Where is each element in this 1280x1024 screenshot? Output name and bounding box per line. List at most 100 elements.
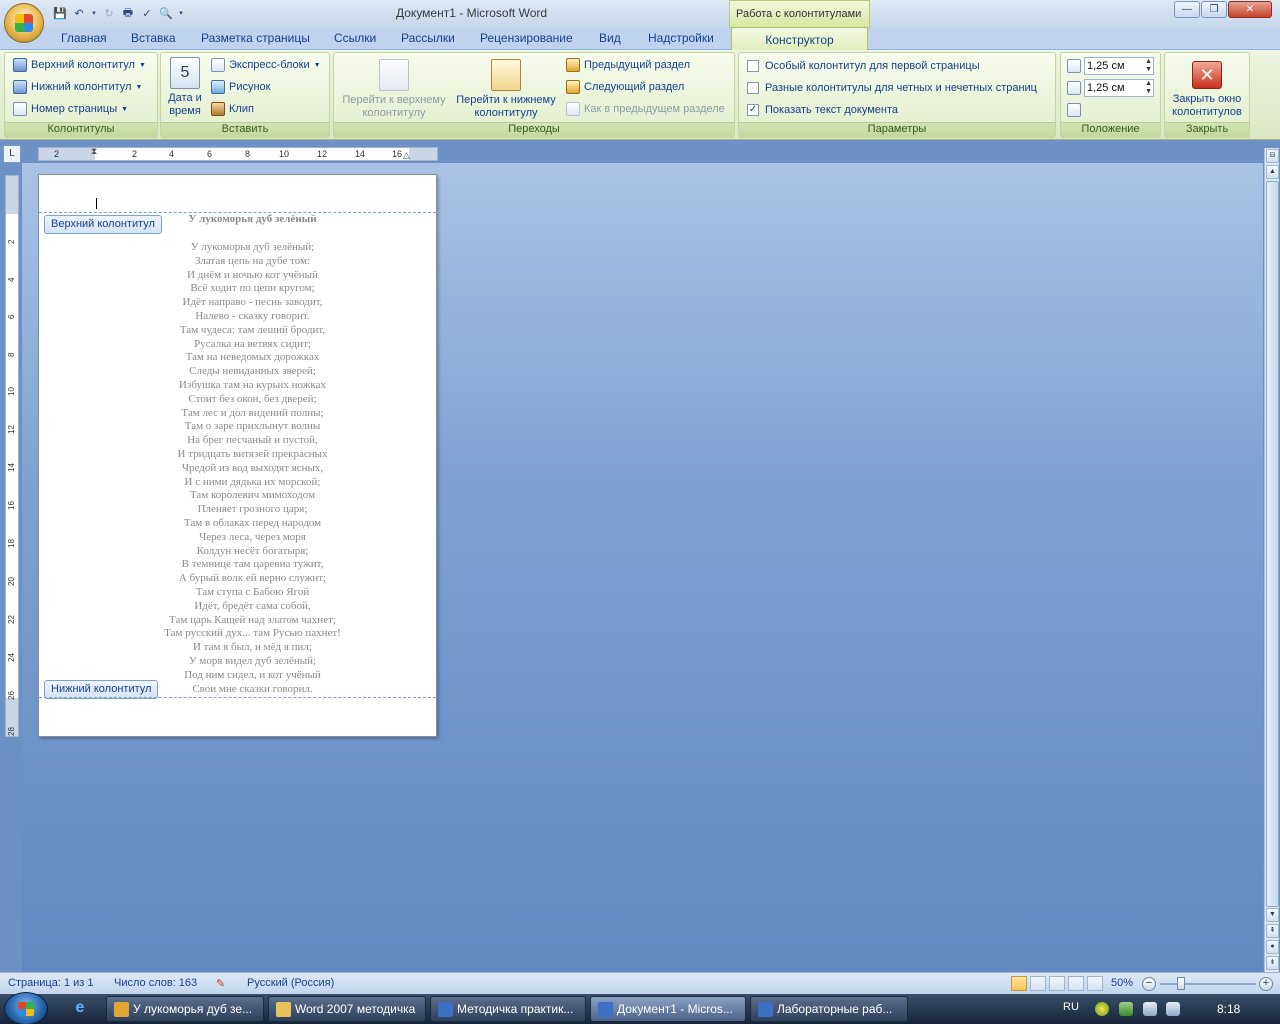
tray-volume-icon[interactable] xyxy=(1166,1002,1180,1016)
goto-header-button[interactable]: Перейти к верхнему колонтитулу xyxy=(338,59,450,120)
header-button-label: Верхний колонтитул xyxy=(31,59,135,71)
spinner-arrows-icon[interactable]: ▲ ▼ xyxy=(1145,80,1152,96)
word-count[interactable]: Число слов: 163 xyxy=(114,977,197,989)
show-text-option[interactable]: ✓ Показать текст документа xyxy=(747,104,898,116)
tray-app-icon[interactable] xyxy=(1095,1002,1109,1016)
indent-marker-icon[interactable]: ⧗ xyxy=(91,146,97,157)
taskbar-item[interactable]: Лабораторные раб... xyxy=(750,996,908,1022)
taskbar-item[interactable]: Методичка практик... xyxy=(430,996,586,1022)
zoom-slider-thumb[interactable] xyxy=(1177,977,1185,990)
tab-references[interactable]: Ссылки xyxy=(332,31,378,45)
print-icon[interactable]: 🖶 xyxy=(120,5,136,21)
right-indent-marker-icon[interactable]: △ xyxy=(403,150,410,161)
header-distance-input[interactable]: 1,25 см ▲ ▼ xyxy=(1084,57,1154,75)
clip-button[interactable]: Клип xyxy=(211,102,254,116)
undo-icon[interactable]: ↶ xyxy=(71,5,87,21)
print-layout-view-icon[interactable] xyxy=(1011,976,1027,991)
first-page-option[interactable]: Особый колонтитул для первой страницы xyxy=(747,60,980,72)
tab-view[interactable]: Вид xyxy=(597,31,623,45)
tab-page-layout[interactable]: Разметка страницы xyxy=(199,31,312,45)
zoom-in-icon[interactable]: + xyxy=(1259,977,1273,991)
footer-button[interactable]: Нижний колонтитул ▼ xyxy=(13,80,142,94)
maximize-button[interactable]: ❐ xyxy=(1201,1,1227,18)
prev-section-button[interactable]: Предыдущий раздел xyxy=(566,58,690,72)
poem-line: Там ступа с Бабою Ягой xyxy=(195,585,310,598)
full-screen-reading-view-icon[interactable] xyxy=(1030,976,1046,991)
tab-mailings[interactable]: Рассылки xyxy=(399,31,457,45)
odd-even-checkbox[interactable] xyxy=(747,82,759,94)
ruler-tick: 8 xyxy=(7,352,16,357)
dropdown-arrow-icon: ▼ xyxy=(121,105,129,113)
tray-security-icon[interactable] xyxy=(1119,1002,1133,1016)
prev-page-icon[interactable]: ⇞ xyxy=(1266,924,1279,938)
tab-review[interactable]: Рецензирование xyxy=(478,31,575,45)
close-label-2: колонтитулов xyxy=(1172,106,1242,118)
taskbar-item[interactable]: Word 2007 методичка xyxy=(268,996,426,1022)
express-blocks-button[interactable]: Экспресс-блоки ▼ xyxy=(211,58,321,72)
tab-insert[interactable]: Вставка xyxy=(129,31,178,45)
web-layout-view-icon[interactable] xyxy=(1049,976,1065,991)
title-bar: 💾 ↶ ▾ ↻ 🖶 ✓ 🔍 ▾ Документ1 - Microsoft Wo… xyxy=(0,0,1280,28)
link-to-previous-button[interactable]: Как в предыдущем разделе xyxy=(566,102,725,116)
clock[interactable]: 8:18 xyxy=(1217,1002,1240,1016)
next-section-button[interactable]: Следующий раздел xyxy=(566,80,684,94)
insert-alignment-tab-button[interactable] xyxy=(1067,103,1081,117)
date-time-label-2: время xyxy=(169,105,201,117)
page-count[interactable]: Страница: 1 из 1 xyxy=(8,977,94,989)
save-icon[interactable]: 💾 xyxy=(52,5,68,21)
group-label: Положение xyxy=(1061,122,1160,137)
tab-selector[interactable]: L xyxy=(3,145,21,163)
language-bar[interactable]: RU xyxy=(1063,1001,1079,1013)
prev-section-label: Предыдущий раздел xyxy=(584,59,691,71)
zoom-slider[interactable] xyxy=(1160,983,1256,985)
spelling-icon[interactable]: ✓ xyxy=(139,5,155,21)
next-section-icon xyxy=(566,80,580,94)
browse-object-icon[interactable]: ● xyxy=(1266,940,1279,954)
document-page[interactable]: Верхний колонтитул У лукоморья дуб зелён… xyxy=(38,174,437,737)
footer-distance-input[interactable]: 1,25 см ▲ ▼ xyxy=(1084,79,1154,97)
zoom-level[interactable]: 50% xyxy=(1111,977,1133,989)
start-button[interactable] xyxy=(4,992,48,1024)
redo-icon[interactable]: ↻ xyxy=(101,5,117,21)
next-page-icon[interactable]: ⇟ xyxy=(1266,956,1279,970)
horizontal-ruler[interactable]: 2 2 4 6 8 10 12 14 16 ⧗ △ xyxy=(38,146,438,161)
express-blocks-label: Экспресс-блоки xyxy=(229,59,310,71)
minimize-button[interactable]: — xyxy=(1174,1,1200,18)
page-number-button[interactable]: Номер страницы ▼ xyxy=(13,102,128,116)
proofing-icon[interactable]: ✎ xyxy=(216,977,225,990)
goto-footer-label-1: Перейти к нижнему xyxy=(456,94,556,106)
undo-dropdown-icon[interactable]: ▾ xyxy=(90,5,98,21)
print-preview-icon[interactable]: 🔍 xyxy=(158,5,174,21)
customize-qat-icon[interactable]: ▾ xyxy=(177,5,185,21)
picture-button[interactable]: Рисунок xyxy=(211,80,271,94)
scroll-up-icon[interactable]: ▲ xyxy=(1266,165,1279,179)
vertical-scrollbar[interactable]: ⊟ ▲ ▼ ⇞ ● ⇟ xyxy=(1264,148,1279,972)
vertical-ruler[interactable]: 2 4 6 8 10 12 14 16 18 20 22 24 26 28 xyxy=(5,175,19,737)
draft-view-icon[interactable] xyxy=(1087,976,1103,991)
language-indicator[interactable]: Русский (Россия) xyxy=(247,977,334,989)
poem-line: Следы невиданных зверей; xyxy=(189,365,316,378)
tab-addins[interactable]: Надстройки xyxy=(646,31,716,45)
split-icon[interactable]: ⊟ xyxy=(1266,149,1279,163)
spinner-arrows-icon[interactable]: ▲ ▼ xyxy=(1145,58,1152,74)
goto-footer-button[interactable]: Перейти к нижнему колонтитулу xyxy=(450,59,562,120)
date-time-button[interactable]: 5 Дата и время xyxy=(165,57,205,118)
taskbar-item[interactable]: Документ1 - Micros... xyxy=(590,996,746,1022)
close-button[interactable]: ✕ xyxy=(1228,1,1272,18)
scrollbar-thumb[interactable] xyxy=(1266,181,1279,907)
show-text-checkbox[interactable]: ✓ xyxy=(747,104,759,116)
tray-network-icon[interactable] xyxy=(1143,1002,1157,1016)
odd-even-option[interactable]: Разные колонтитулы для четных и нечетных… xyxy=(747,82,1037,94)
outline-view-icon[interactable] xyxy=(1068,976,1084,991)
internet-explorer-icon[interactable]: e xyxy=(70,999,90,1019)
windows-logo-icon xyxy=(18,1002,34,1016)
first-page-checkbox[interactable] xyxy=(747,60,759,72)
scroll-down-icon[interactable]: ▼ xyxy=(1266,908,1279,922)
tab-home[interactable]: Главная xyxy=(59,31,109,45)
zoom-out-icon[interactable]: − xyxy=(1142,977,1156,991)
taskbar-item[interactable]: У лукоморья дуб зе... xyxy=(106,996,264,1022)
office-button[interactable] xyxy=(4,3,44,43)
header-button[interactable]: Верхний колонтитул ▼ xyxy=(13,58,146,72)
close-header-footer-button[interactable]: ✕ Закрыть окно колонтитулов xyxy=(1167,57,1247,119)
tab-design[interactable]: Конструктор xyxy=(731,27,868,51)
